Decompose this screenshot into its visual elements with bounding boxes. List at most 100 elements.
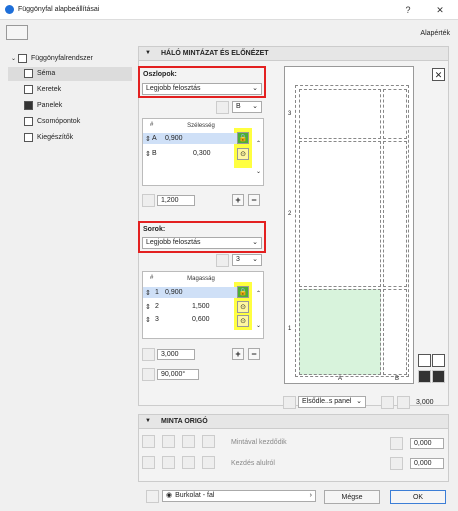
lock-icon[interactable]: 🔒 [237, 286, 249, 298]
row-value[interactable]: 0,600 [192, 316, 210, 323]
total-width-field[interactable]: 1,200 [157, 195, 195, 206]
row-id: 2 [155, 303, 159, 310]
favorites-icon[interactable] [6, 25, 28, 40]
scroll-up-icon[interactable]: ⌃ [256, 140, 261, 147]
sidebar-item-label: Panelek [37, 102, 63, 109]
chevron-down-icon: ⌄ [356, 398, 362, 405]
lock-icon[interactable]: 🔒 [237, 132, 249, 144]
row-value[interactable]: 0,300 [193, 150, 211, 157]
ok-button[interactable]: OK [390, 490, 446, 504]
grid-alt-view-icon[interactable] [432, 370, 445, 383]
unlock-icon[interactable]: ⊙ [237, 315, 249, 327]
sidebar-item-panels[interactable]: Panelek [8, 99, 132, 113]
height-icon [397, 396, 410, 409]
row-value[interactable]: 1,500 [192, 303, 210, 310]
collapse-arrow-icon: ▼ [145, 50, 151, 56]
row-handle[interactable]: ⇕ [145, 150, 151, 158]
origin-split-icon[interactable] [182, 435, 195, 448]
row-value[interactable]: 0,900 [165, 289, 183, 296]
help-button[interactable]: ? [400, 3, 416, 17]
sidebar-item-junctions[interactable]: Csomópontok [8, 115, 132, 129]
columns-ref-value: B [236, 103, 241, 110]
section-header[interactable]: ▼ HÁLÓ MINTÁZAT ÉS ELŐNÉZET [139, 47, 448, 61]
pattern-start-label: Mintával kezdődik [231, 439, 287, 446]
grid-preview [284, 66, 414, 384]
row-handle[interactable]: ⇕ [145, 303, 151, 311]
origin-middle-icon[interactable] [162, 456, 175, 469]
panel-type-value: Elsődle..s panel [302, 398, 352, 405]
chevron-right-icon: › [309, 492, 312, 499]
cancel-button[interactable]: Mégse [324, 490, 380, 504]
close-icon[interactable]: ✕ [432, 68, 445, 81]
remove-row-button[interactable]: − [248, 348, 260, 360]
col-header-index: # [150, 122, 154, 128]
schema-icon [24, 68, 33, 78]
columns-label: Oszlopok: [143, 71, 177, 78]
grid-view-icon[interactable] [418, 370, 431, 383]
table-row[interactable] [143, 133, 238, 144]
sidebar-root[interactable]: ⌄ Függönyfalrendszer [8, 52, 132, 66]
preview-row-label: 2 [288, 211, 292, 217]
window-title: Függönyfal alapbeállításai [18, 6, 100, 13]
columns-mode-select[interactable]: Legjobb felosztás ⌄ [142, 83, 262, 95]
row-id: 3 [155, 316, 159, 323]
sidebar-item-frames[interactable]: Keretek [8, 83, 132, 97]
origin-bottom-icon[interactable] [142, 456, 155, 469]
add-row-button[interactable]: + [232, 348, 244, 360]
rows-mode-value: Legjobb felosztás [146, 239, 201, 246]
rows-ref-value: 3 [236, 256, 240, 263]
surface-select[interactable]: ◉ Burkolat - fal › [162, 490, 316, 502]
frame-icon [24, 84, 33, 94]
rows-mode-select[interactable]: Legjobb felosztás ⌄ [142, 237, 262, 249]
sidebar-item-label: Csomópontok [37, 118, 81, 125]
rows-ref-select[interactable]: 3 ⌄ [232, 254, 262, 266]
chevron-down-icon: ⌄ [11, 56, 17, 62]
surface-icon [146, 490, 159, 503]
origin-section-header[interactable]: ▼ MINTA ORIGÓ [139, 415, 448, 429]
unlock-icon[interactable]: ⊙ [237, 148, 249, 160]
sidebar: ⌄ Függönyfalrendszer Séma Keretek Panele… [8, 48, 132, 408]
defaults-label[interactable]: Alapérték [420, 30, 450, 37]
row-id: A [152, 135, 157, 142]
origin-center-icon[interactable] [162, 435, 175, 448]
preview-col-label: B [395, 376, 400, 382]
sidebar-item-label: Keretek [37, 86, 62, 93]
angle-icon [142, 368, 155, 381]
scroll-down-icon[interactable]: ⌄ [256, 322, 261, 329]
unlock-icon[interactable]: ⊙ [237, 301, 249, 313]
origin-top-icon[interactable] [202, 456, 215, 469]
scroll-up-icon[interactable]: ⌃ [256, 290, 261, 297]
grid-ref-icon [216, 101, 229, 114]
col-header-index: # [150, 275, 154, 281]
add-column-button[interactable]: + [232, 194, 244, 206]
origin-right-icon[interactable] [202, 435, 215, 448]
angle-field[interactable]: 90,000° [157, 369, 199, 380]
panel-view-icon [381, 396, 394, 409]
columns-ref-select[interactable]: B ⌄ [232, 101, 262, 113]
panel-type-select[interactable]: Elsődle..s panel ⌄ [298, 396, 366, 408]
diagonal-left-icon[interactable] [418, 354, 431, 367]
origin-section-title: MINTA ORIGÓ [161, 418, 208, 425]
origin-left-icon[interactable] [142, 435, 155, 448]
row-handle[interactable]: ⇕ [145, 316, 151, 324]
row-handle[interactable]: ⇕ [145, 289, 151, 297]
remove-column-button[interactable]: − [248, 194, 260, 206]
title-bar: Függönyfal alapbeállításai ? ✕ [0, 0, 458, 20]
close-button[interactable]: ✕ [432, 3, 448, 17]
offset-x-icon [390, 437, 403, 450]
total-height-field[interactable]: 3,000 [157, 349, 195, 360]
scroll-down-icon[interactable]: ⌄ [256, 168, 261, 175]
sidebar-item-schema[interactable]: Séma [8, 67, 132, 81]
columns-mode-value: Legjobb felosztás [146, 85, 201, 92]
offset-y-field[interactable]: 0,000 [410, 458, 444, 469]
grid-ref-icon [216, 254, 229, 267]
preview-row-label: 1 [288, 326, 292, 332]
offset-x-field[interactable]: 0,000 [410, 438, 444, 449]
diagonal-right-icon[interactable] [432, 354, 445, 367]
row-value[interactable]: 0,900 [165, 135, 183, 142]
row-handle[interactable]: ⇕ [145, 135, 151, 143]
col-header-width: Szélesség [187, 123, 215, 129]
origin-split-vertical-icon[interactable] [182, 456, 195, 469]
sidebar-item-accessories[interactable]: Kiegészítők [8, 131, 132, 145]
section-title: HÁLÓ MINTÁZAT ÉS ELŐNÉZET [161, 50, 269, 57]
